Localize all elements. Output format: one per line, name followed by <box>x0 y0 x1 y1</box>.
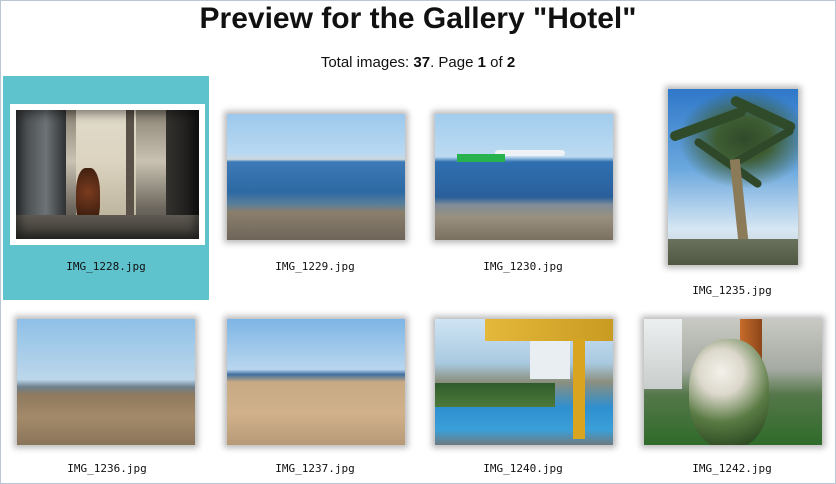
thumbnail-cell-1229[interactable]: IMG_1229.jpg <box>215 76 415 300</box>
thumbnail-caption[interactable]: IMG_1228.jpg <box>3 260 209 273</box>
thumbnail-image-1229[interactable] <box>227 114 405 240</box>
thumbnail-caption[interactable]: IMG_1242.jpg <box>632 462 832 475</box>
summary-page-label: . Page <box>430 54 478 71</box>
thumbnail-cell-1242[interactable]: IMG_1242.jpg <box>632 306 832 482</box>
thumbnail-image-1230[interactable] <box>435 114 613 240</box>
thumbnail-caption[interactable]: IMG_1235.jpg <box>632 284 832 297</box>
thumbnail-image-1240[interactable] <box>435 319 613 445</box>
photo-vignette <box>16 110 199 239</box>
thumbnail-image-1235[interactable] <box>668 89 798 265</box>
current-page-number: 1 <box>477 54 486 71</box>
thumbnail-cell-1240[interactable]: IMG_1240.jpg <box>423 306 623 482</box>
thumbnail-cell-1228[interactable]: IMG_1228.jpg <box>3 76 209 300</box>
summary-prefix: Total images: <box>320 54 414 71</box>
gallery-summary: Total images: 37. Page 1 of 2 <box>0 54 836 72</box>
thumbnail-caption[interactable]: IMG_1229.jpg <box>215 260 415 273</box>
thumbnail-caption[interactable]: IMG_1230.jpg <box>423 260 623 273</box>
photo-element <box>435 383 555 407</box>
thumbnail-image-1228[interactable] <box>16 110 199 239</box>
photo-element <box>530 339 570 379</box>
photo-element <box>689 339 769 445</box>
photo-element <box>573 339 585 439</box>
photo-element <box>644 319 682 389</box>
summary-of-label: of <box>485 54 507 71</box>
thumbnail-caption[interactable]: IMG_1240.jpg <box>423 462 623 475</box>
total-images-count: 37 <box>413 54 431 71</box>
total-pages-number: 2 <box>506 54 516 71</box>
thumbnail-cell-1236[interactable]: IMG_1236.jpg <box>7 306 207 482</box>
thumbnail-image-1236[interactable] <box>17 319 195 445</box>
page-title: Preview for the Gallery "Hotel" <box>199 2 637 35</box>
photo-element <box>668 239 798 265</box>
thumbnail-caption[interactable]: IMG_1236.jpg <box>7 462 207 475</box>
thumbnail-image-1237[interactable] <box>227 319 405 445</box>
photo-element <box>485 319 613 341</box>
thumbnail-cell-1230[interactable]: IMG_1230.jpg <box>423 76 623 300</box>
thumbnail-caption[interactable]: IMG_1237.jpg <box>215 462 415 475</box>
thumbnail-cell-1237[interactable]: IMG_1237.jpg <box>215 306 415 482</box>
photo-element <box>457 154 505 162</box>
photo-element <box>495 150 565 156</box>
thumbnail-cell-1235[interactable]: IMG_1235.jpg <box>632 76 832 300</box>
thumbnail-image-1242[interactable] <box>644 319 822 445</box>
